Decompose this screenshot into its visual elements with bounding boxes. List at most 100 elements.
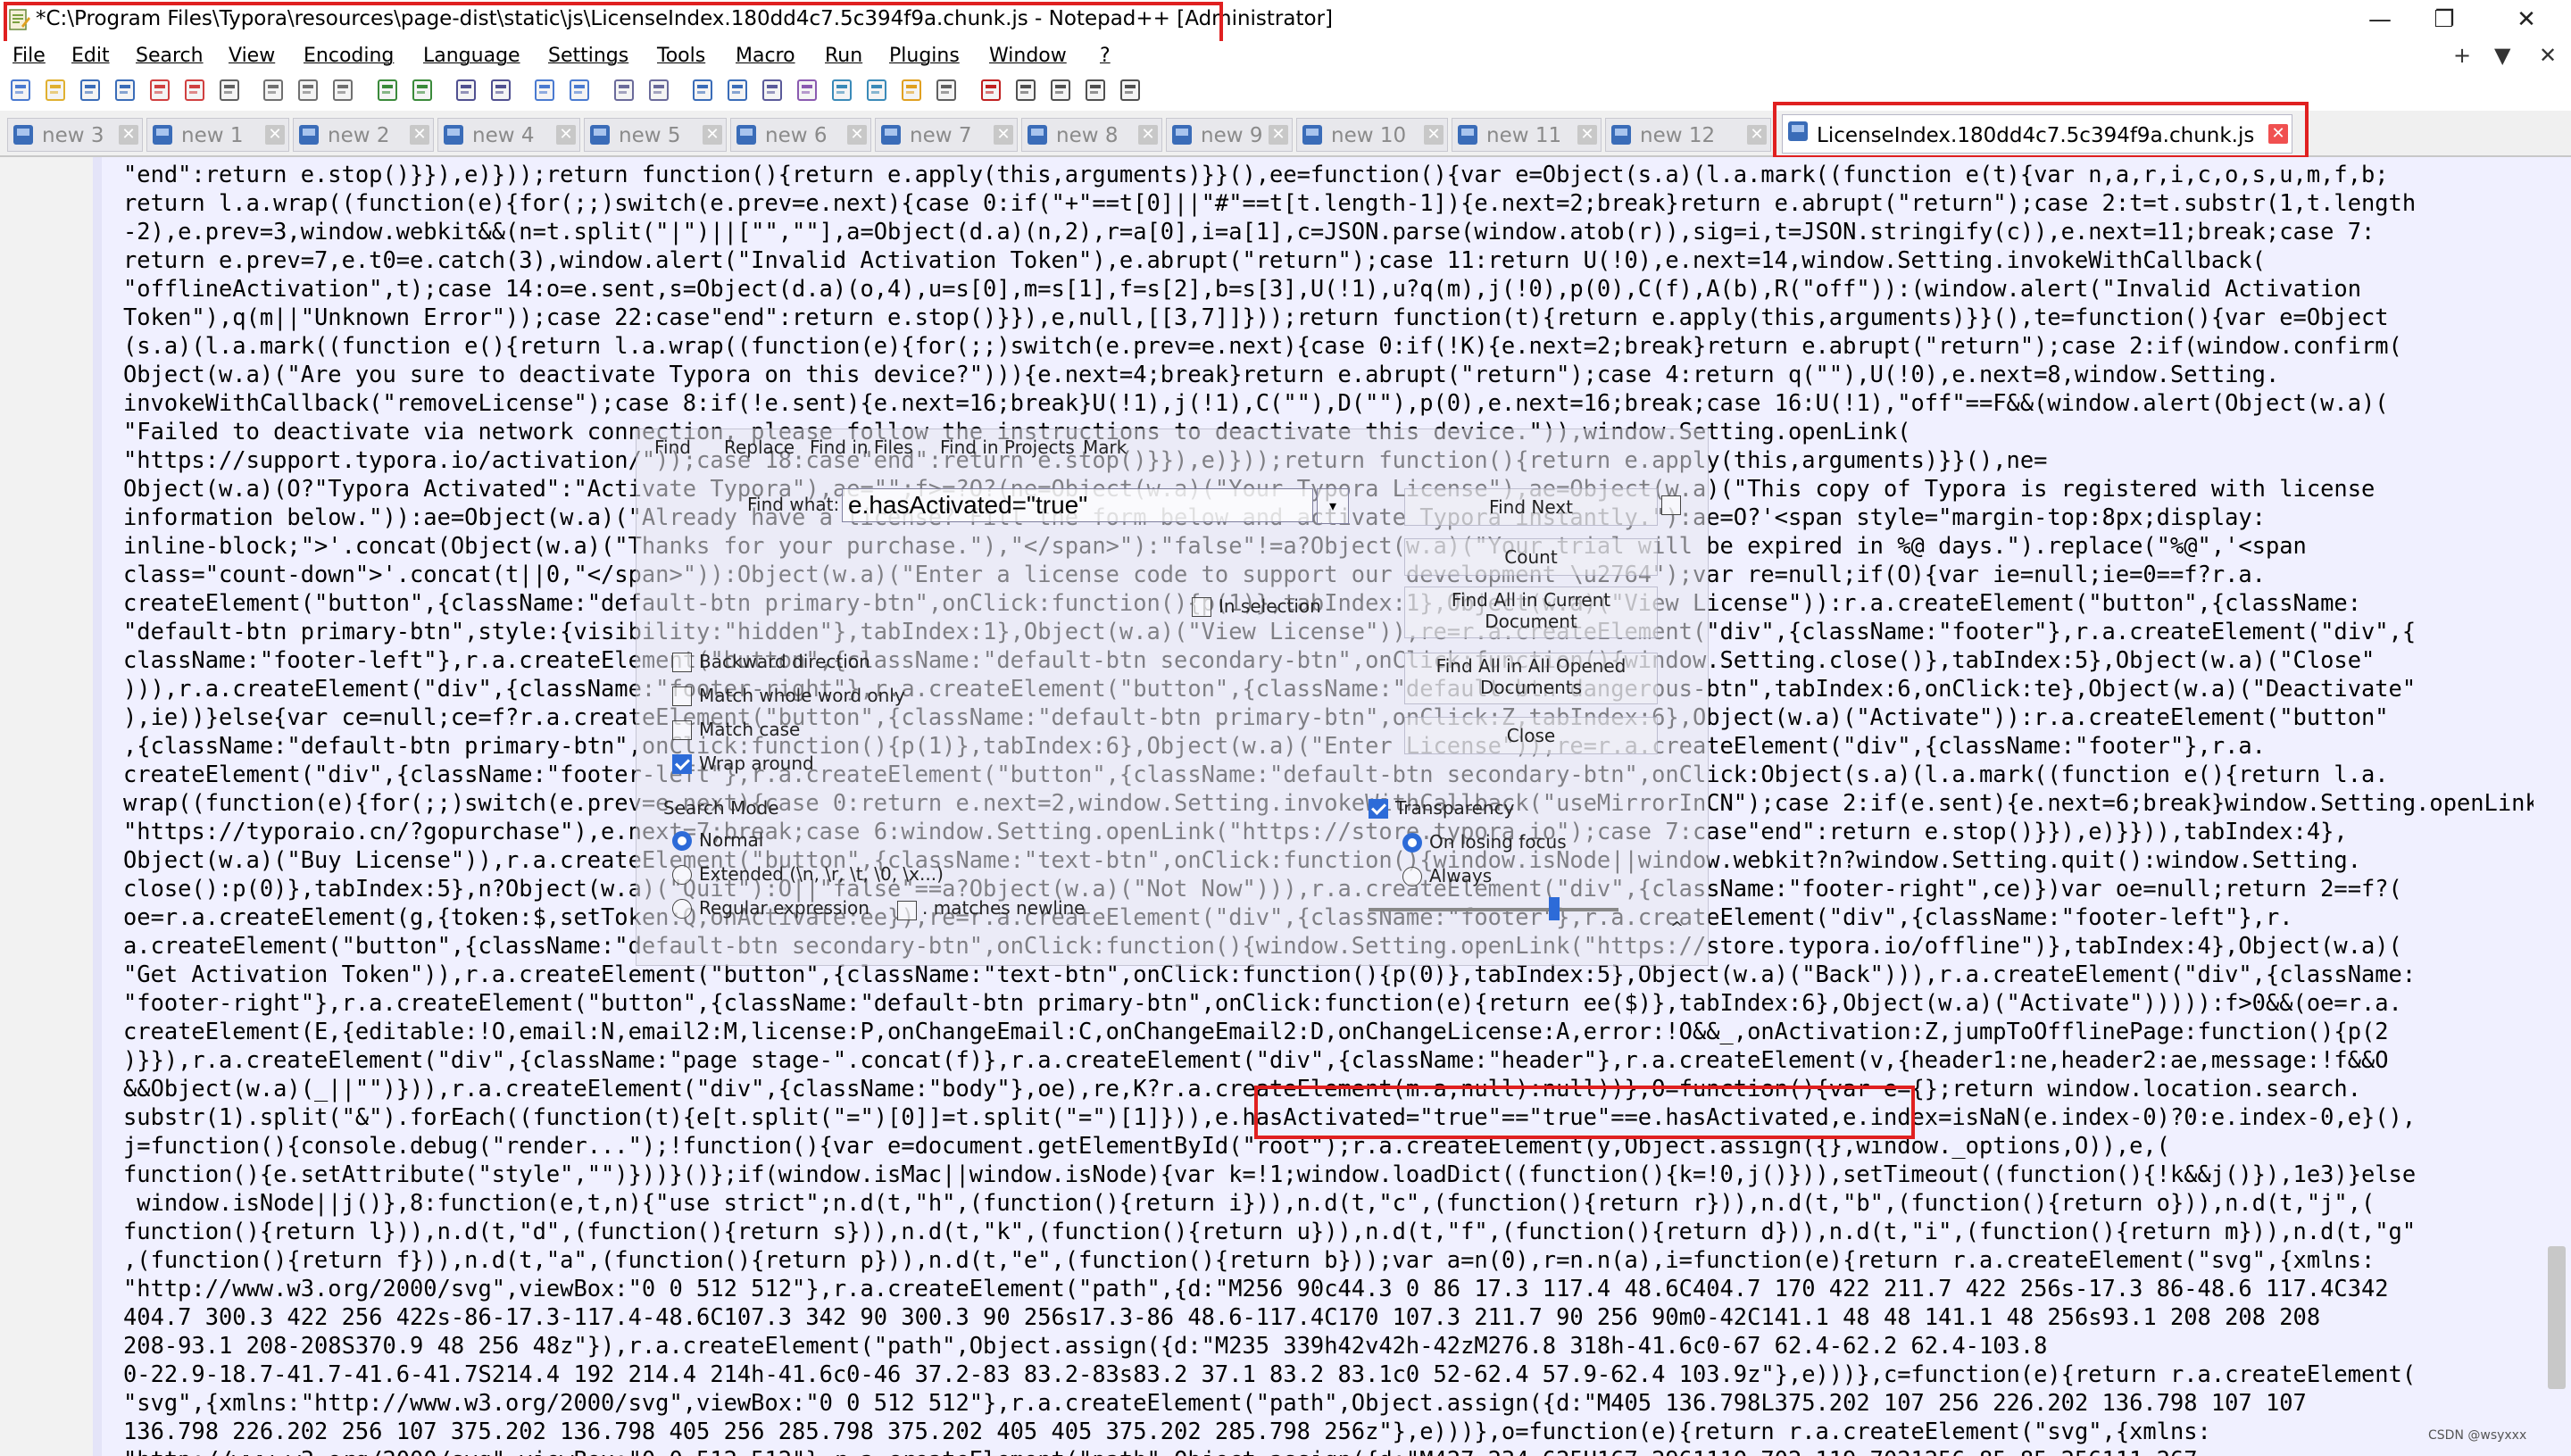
tab-close-icon[interactable]: ✕ (1577, 125, 1597, 145)
transparency-checkbox[interactable] (1369, 799, 1388, 819)
replace-tab[interactable]: Replace (724, 437, 795, 458)
zoom-in-icon[interactable] (531, 77, 558, 104)
zoom-out-icon[interactable] (566, 77, 593, 104)
close-doc-button[interactable]: ✕ (2539, 43, 2557, 68)
tab-close-icon[interactable]: ✕ (1424, 125, 1444, 145)
tab-list-button[interactable]: ▼ (2494, 43, 2510, 68)
tab-new-6[interactable]: new 6 ✕ (730, 118, 871, 152)
folder-as-workspace-icon[interactable] (898, 77, 925, 104)
function-list-icon[interactable] (863, 77, 890, 104)
find-next-option-checkbox[interactable] (1661, 495, 1681, 515)
code-line[interactable]: 208-93.1 208-208S370.9 48 256 48z"}),r.a… (123, 1332, 2047, 1360)
monitor-icon[interactable] (933, 77, 960, 104)
menu-language[interactable]: Language (423, 45, 520, 67)
paste-icon[interactable] (329, 77, 356, 104)
find-in-projects-tab[interactable]: Find in Projects (940, 437, 1075, 458)
close-find-button[interactable]: Close (1404, 717, 1658, 754)
vertical-scrollbar-thumb[interactable] (2548, 1246, 2566, 1389)
menu-tools[interactable]: Tools (657, 45, 705, 67)
save-all-icon[interactable] (112, 77, 138, 104)
code-line[interactable]: "offlineActivation",t);case 14:o=e.sent,… (123, 275, 2361, 304)
sync-v-icon[interactable] (611, 77, 637, 104)
tab-close-icon[interactable]: ✕ (994, 125, 1013, 145)
record-macro-icon[interactable] (978, 77, 1004, 104)
save-icon[interactable] (77, 77, 104, 104)
find-all-current-button[interactable]: Find All in Current Document (1404, 587, 1658, 638)
tab-new-12[interactable]: new 12 ✕ (1605, 118, 1771, 152)
code-line[interactable]: "svg",{xmlns:"http://www.w3.org/2000/svg… (123, 1389, 2307, 1418)
play-macro-icon[interactable] (1047, 77, 1074, 104)
tab-new-3[interactable]: new 3 ✕ (7, 118, 143, 152)
tab-new-2[interactable]: new 2 ✕ (293, 118, 434, 152)
code-line[interactable]: "http://www.w3.org/2000/svg",viewBox:"0 … (123, 1446, 2198, 1456)
extended-mode-radio[interactable] (672, 865, 692, 885)
code-line[interactable]: createElement(E,{editable:!O,email:N,ema… (123, 1018, 2389, 1046)
code-line[interactable]: "footer-right"},r.a.createElement("butto… (123, 989, 2402, 1018)
code-line[interactable]: )}}),r.a.createElement("div",{className:… (123, 1046, 2389, 1075)
code-line[interactable]: window.isNode||j()},8:function(e,t,n){"u… (123, 1189, 2375, 1218)
code-line[interactable]: invokeWithCallback("removeLicense");case… (123, 389, 2389, 418)
code-line[interactable]: (s.a)(l.a.mark((function e(){return l.a.… (123, 332, 2402, 361)
code-line[interactable]: 404.7 300.3 422 256 422s-86-17.3-117.4-4… (123, 1303, 2320, 1332)
menu-help[interactable]: ? (1100, 45, 1111, 67)
always-radio[interactable] (1402, 867, 1422, 886)
transparency-slider-thumb[interactable] (1549, 897, 1560, 920)
matches-newline-checkbox[interactable] (897, 901, 917, 920)
find-all-opened-button[interactable]: Find All in All Opened Documents (1404, 653, 1658, 704)
find-what-input[interactable] (842, 488, 1313, 522)
show-all-chars-icon[interactable] (724, 77, 751, 104)
tab-new-11[interactable]: new 11 ✕ (1452, 118, 1602, 152)
close-all-icon[interactable] (181, 77, 208, 104)
collapse-dialog-icon[interactable]: ^ (1670, 919, 1684, 937)
find-dialog[interactable]: Find Replace Find in Files Find in Proje… (636, 428, 1709, 966)
match-whole-word-checkbox[interactable] (672, 686, 692, 706)
match-case-checkbox[interactable] (672, 720, 692, 740)
tab-close-icon[interactable]: ✕ (1138, 125, 1158, 145)
code-line[interactable]: 0-22.9-18.7-41.7-41.6-41.7S214.4 192 214… (123, 1360, 2416, 1389)
code-line[interactable]: Token"),q(m||"Unknown Error"));case 22:c… (123, 304, 2389, 332)
find-next-button[interactable]: Find Next (1404, 488, 1658, 526)
replace-icon[interactable] (487, 77, 514, 104)
word-wrap-icon[interactable] (689, 77, 716, 104)
in-selection-checkbox[interactable] (1192, 597, 1211, 617)
close-window-button[interactable]: ✕ (2500, 4, 2553, 36)
menu-file[interactable]: File (12, 45, 46, 67)
menu-encoding[interactable]: Encoding (304, 45, 394, 67)
mark-tab[interactable]: Mark (1083, 437, 1127, 458)
print-icon[interactable] (216, 77, 243, 104)
tab-new-9[interactable]: new 9 ✕ (1166, 118, 1293, 152)
on-losing-focus-radio[interactable] (1402, 833, 1422, 853)
tab-new-7[interactable]: new 7 ✕ (875, 118, 1018, 152)
undo-icon[interactable] (374, 77, 401, 104)
menu-search[interactable]: Search (136, 45, 204, 67)
tab-new-10[interactable]: new 10 ✕ (1296, 118, 1448, 152)
code-line[interactable]: "http://www.w3.org/2000/svg",viewBox:"0 … (123, 1275, 2389, 1303)
tab-new-1[interactable]: new 1 ✕ (146, 118, 289, 152)
menu-run[interactable]: Run (825, 45, 862, 67)
menu-settings[interactable]: Settings (548, 45, 628, 67)
menu-edit[interactable]: Edit (71, 45, 110, 67)
find-in-files-tab[interactable]: Find in Files (810, 437, 913, 458)
code-line[interactable]: "end":return e.stop()}}),e)}));return fu… (123, 161, 2389, 189)
code-line[interactable]: &&Object(w.a)(_||"")})),r.a.createElemen… (123, 1075, 2361, 1103)
wrap-around-checkbox[interactable] (672, 754, 692, 774)
menu-view[interactable]: View (229, 45, 275, 67)
fold-margin[interactable] (93, 157, 102, 1456)
close-icon[interactable] (146, 77, 173, 104)
backward-direction-checkbox[interactable] (672, 653, 692, 672)
code-line[interactable]: return l.a.wrap((function(e){for(;;)swit… (123, 189, 2416, 218)
tab-close-icon[interactable]: ✕ (410, 125, 429, 145)
normal-mode-radio[interactable] (672, 831, 692, 851)
save-macro-icon[interactable] (1117, 77, 1144, 104)
indent-guide-icon[interactable] (759, 77, 786, 104)
tab-close-icon[interactable]: ✕ (1269, 125, 1288, 145)
tab-close-icon[interactable]: ✕ (556, 125, 576, 145)
code-line[interactable]: function(){return l})),n.d(t,"d",(functi… (123, 1218, 2416, 1246)
cut-icon[interactable] (260, 77, 287, 104)
menu-window[interactable]: Window (989, 45, 1067, 67)
stop-macro-icon[interactable] (1012, 77, 1039, 104)
code-line[interactable]: return e.prev=7,e.t0=e.catch(3),window.a… (123, 246, 2266, 275)
tab-close-icon[interactable]: ✕ (119, 125, 138, 145)
find-tab[interactable]: Find (654, 437, 691, 458)
count-button[interactable]: Count (1404, 538, 1658, 576)
